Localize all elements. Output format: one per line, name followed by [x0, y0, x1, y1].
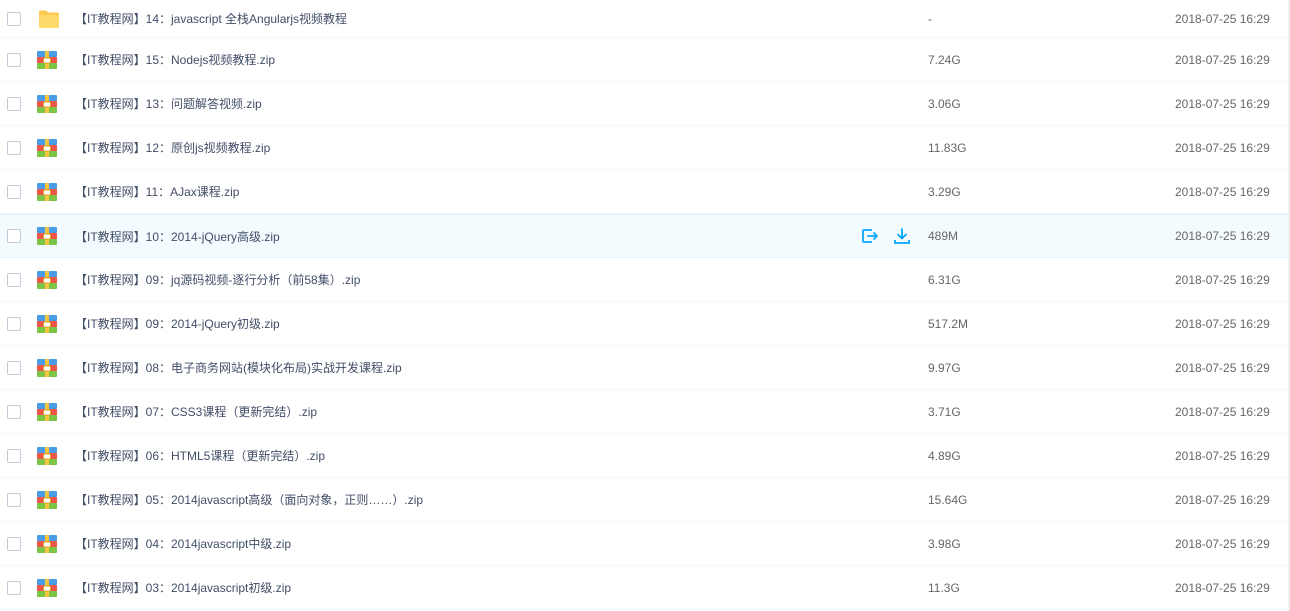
row-checkbox[interactable]	[7, 52, 21, 67]
file-size: 6.31G	[928, 272, 961, 287]
file-date: 2018-07-25 16:29	[1175, 184, 1270, 199]
file-name-link[interactable]: 【IT教程网】13：问题解答视频.zip	[75, 82, 262, 125]
file-row[interactable]: 【IT教程网】07：CSS3课程（更新完结）.zip 3.71G 2018-07-2…	[0, 390, 1290, 434]
row-checkbox[interactable]	[7, 272, 21, 287]
file-name-link[interactable]: 【IT教程网】04：2014javascript中级.zip	[75, 522, 291, 565]
file-size: 3.29G	[928, 184, 961, 199]
file-size: 517.2M	[928, 316, 969, 331]
file-date: 2018-07-25 16:29	[1175, 11, 1270, 26]
zip-file-icon	[36, 314, 58, 334]
zip-file-icon	[36, 358, 58, 378]
row-checkbox[interactable]	[7, 492, 21, 507]
file-row[interactable]: 【IT教程网】04：2014javascript中级.zip 3.98G 2018-…	[0, 522, 1290, 566]
file-name-link[interactable]: 【IT教程网】12：原创js视频教程.zip	[75, 126, 270, 169]
zip-file-icon	[36, 578, 58, 598]
file-size: 7.24G	[928, 52, 961, 67]
file-size: 3.06G	[928, 96, 961, 111]
file-row[interactable]: 【IT教程网】11：AJax课程.zip 3.29G 2018-07-25 16:2…	[0, 170, 1290, 214]
file-date: 2018-07-25 16:29	[1175, 360, 1270, 375]
zip-file-icon	[36, 50, 58, 70]
share-icon[interactable]	[860, 226, 880, 246]
zip-file-icon	[36, 402, 58, 422]
file-name-link[interactable]: 【IT教程网】06：HTML5课程（更新完结）.zip	[75, 434, 325, 477]
file-name-link[interactable]: 【IT教程网】09：2014-jQuery初级.zip	[75, 302, 280, 345]
file-date: 2018-07-25 16:29	[1175, 536, 1270, 551]
zip-file-icon	[36, 138, 58, 158]
file-name-link[interactable]: 【IT教程网】09：jq源码视频-逐行分析（前58集）.zip	[75, 258, 360, 301]
file-name-link[interactable]: 【IT教程网】14：javascript 全栈Angularjs视频教程	[75, 0, 347, 37]
row-checkbox[interactable]	[7, 229, 21, 243]
file-name-link[interactable]: 【IT教程网】15：Nodejs视频教程.zip	[75, 38, 275, 81]
zip-file-icon	[36, 534, 58, 554]
zip-file-icon	[36, 226, 58, 246]
file-size: 9.97G	[928, 360, 961, 375]
row-actions	[860, 226, 912, 246]
file-size: 489M	[928, 229, 959, 243]
row-checkbox[interactable]	[7, 184, 21, 199]
file-date: 2018-07-25 16:29	[1175, 229, 1270, 243]
file-date: 2018-07-25 16:29	[1175, 580, 1270, 595]
file-row[interactable]: 【IT教程网】12：原创js视频教程.zip 11.83G 2018-07-25 1…	[0, 126, 1290, 170]
row-checkbox[interactable]	[7, 11, 21, 26]
folder-row[interactable]: 【IT教程网】14：javascript 全栈Angularjs视频教程 - 201…	[0, 0, 1290, 38]
zip-file-icon	[36, 270, 58, 290]
zip-file-icon	[36, 182, 58, 202]
row-checkbox[interactable]	[7, 360, 21, 375]
row-checkbox[interactable]	[7, 536, 21, 551]
file-name-link[interactable]: 【IT教程网】10：2014-jQuery高级.zip	[75, 215, 280, 257]
row-checkbox[interactable]	[7, 316, 21, 331]
zip-file-icon	[36, 446, 58, 466]
file-size: 15.64G	[928, 492, 968, 507]
file-name-link[interactable]: 【IT教程网】07：CSS3课程（更新完结）.zip	[75, 390, 317, 433]
file-row[interactable]: 【IT教程网】10：2014-jQuery高级.zip 489M 2018-07-2…	[0, 214, 1290, 258]
file-date: 2018-07-25 16:29	[1175, 448, 1270, 463]
row-checkbox[interactable]	[7, 580, 21, 595]
file-row[interactable]: 【IT教程网】15：Nodejs视频教程.zip 7.24G 2018-07-25 …	[0, 38, 1290, 82]
file-name-link[interactable]: 【IT教程网】11：AJax课程.zip	[75, 170, 239, 213]
file-size: 3.71G	[928, 404, 961, 419]
file-row[interactable]: 【IT教程网】06：HTML5课程（更新完结）.zip 4.89G 2018-07-…	[0, 434, 1290, 478]
file-name-link[interactable]: 【IT教程网】08：电子商务网站(模块化布局)实战开发课程.zip	[75, 346, 402, 389]
file-row[interactable]: 【IT教程网】08：电子商务网站(模块化布局)实战开发课程.zip 9.97G 20…	[0, 346, 1290, 390]
zip-file-icon	[36, 490, 58, 510]
zip-file-icon	[36, 94, 58, 114]
file-row[interactable]: 【IT教程网】05：2014javascript高级（面向对象，正则……）.zi…	[0, 478, 1290, 522]
file-date: 2018-07-25 16:29	[1175, 96, 1270, 111]
file-row[interactable]: 【IT教程网】09：2014-jQuery初级.zip 517.2M 2018-07…	[0, 302, 1290, 346]
file-name-link[interactable]: 【IT教程网】05：2014javascript高级（面向对象，正则……）.zi…	[75, 478, 423, 521]
file-size: 11.83G	[928, 140, 967, 155]
folder-icon	[36, 9, 59, 29]
file-size: 4.89G	[928, 448, 961, 463]
file-date: 2018-07-25 16:29	[1175, 492, 1270, 507]
file-name-link[interactable]: 【IT教程网】03：2014javascript初级.zip	[75, 566, 291, 609]
file-size: 3.98G	[928, 536, 961, 551]
row-checkbox[interactable]	[7, 140, 21, 155]
row-checkbox[interactable]	[7, 404, 21, 419]
file-row[interactable]: 【IT教程网】13：问题解答视频.zip 3.06G 2018-07-25 16:2…	[0, 82, 1290, 126]
row-checkbox[interactable]	[7, 448, 21, 463]
file-size: -	[928, 11, 932, 26]
file-date: 2018-07-25 16:29	[1175, 272, 1270, 287]
file-date: 2018-07-25 16:29	[1175, 52, 1270, 67]
file-date: 2018-07-25 16:29	[1175, 140, 1270, 155]
row-checkbox[interactable]	[7, 96, 21, 111]
file-row[interactable]: 【IT教程网】03：2014javascript初级.zip 11.3G 2018-…	[0, 566, 1290, 610]
file-date: 2018-07-25 16:29	[1175, 404, 1270, 419]
file-date: 2018-07-25 16:29	[1175, 316, 1270, 331]
file-list: 【IT教程网】14：javascript 全栈Angularjs视频教程 - 201…	[0, 0, 1290, 611]
download-icon[interactable]	[892, 226, 912, 246]
file-row[interactable]: 【IT教程网】09：jq源码视频-逐行分析（前58集）.zip 6.31G 2018…	[0, 258, 1290, 302]
file-size: 11.3G	[928, 580, 960, 595]
